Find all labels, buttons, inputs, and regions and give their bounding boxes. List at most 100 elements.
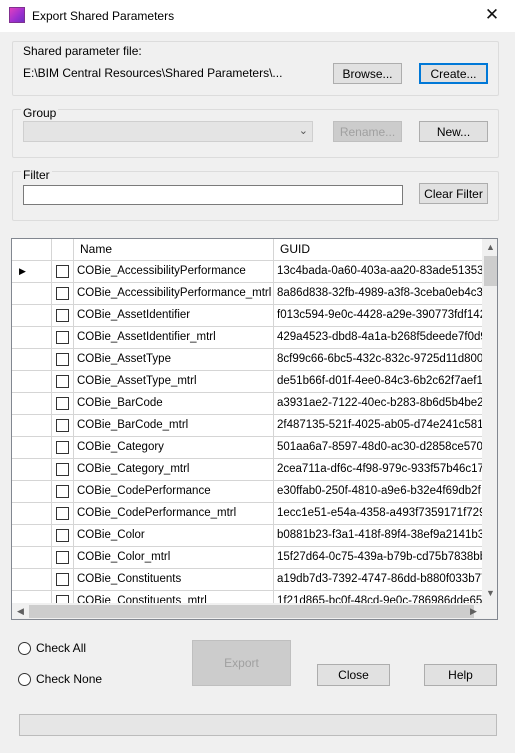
browse-button[interactable]: Browse... <box>333 63 402 84</box>
parameter-guid-cell[interactable]: 429a4523-dbd8-4a1a-b268f5deede7f0d9 <box>274 327 482 348</box>
row-header-cell[interactable] <box>12 503 52 524</box>
horizontal-scrollbar[interactable]: ◀ ▶ <box>12 603 482 619</box>
row-checkbox[interactable] <box>56 375 69 388</box>
table-row[interactable]: COBie_CodePerformance e30ffab0-250f-4810-… <box>12 481 482 503</box>
parameter-name-cell[interactable]: COBie_AssetIdentifier_mtrl <box>74 327 274 348</box>
parameter-name-cell[interactable]: COBie_AccessibilityPerformance_mtrl <box>74 283 274 304</box>
parameter-guid-cell[interactable]: 1ecc1e51-e54a-4358-a493f7359171f729 <box>274 503 482 524</box>
table-row[interactable]: COBie_AssetType 8cf99c66-6bc5-432c-832c-9… <box>12 349 482 371</box>
row-checkbox[interactable] <box>56 353 69 366</box>
table-row[interactable]: COBie_Color_mtrl 15f27d64-0c75-439a-b79b-… <box>12 547 482 569</box>
parameter-guid-cell[interactable]: 13c4bada-0a60-403a-aa20-83ade513531b <box>274 261 482 282</box>
parameter-name-cell[interactable]: COBie_Category_mtrl <box>74 459 274 480</box>
row-checkbox[interactable] <box>56 309 69 322</box>
row-checkbox[interactable] <box>56 507 69 520</box>
check-all-option[interactable]: Check All <box>18 641 86 655</box>
parameter-name-cell[interactable]: COBie_CodePerformance <box>74 481 274 502</box>
table-row[interactable]: ▶ COBie_AccessibilityPerformance 13c4bada-… <box>12 261 482 283</box>
row-header-cell[interactable] <box>12 437 52 458</box>
table-row[interactable]: COBie_BarCode_mtrl 2f487135-521f-4025-ab0… <box>12 415 482 437</box>
parameter-guid-cell[interactable]: 2f487135-521f-4025-ab05-d74e241c581c <box>274 415 482 436</box>
rename-button[interactable]: Rename... <box>333 121 402 142</box>
parameter-guid-cell[interactable]: f013c594-9e0c-4428-a29e-390773fdf142 <box>274 305 482 326</box>
table-row[interactable]: COBie_AssetType_mtrl de51b66f-d01f-4ee0-8… <box>12 371 482 393</box>
export-button[interactable]: Export <box>192 640 291 686</box>
row-header-cell[interactable]: ▶ <box>12 261 52 282</box>
close-window-icon[interactable]: ✕ <box>469 0 515 32</box>
row-header-cell[interactable] <box>12 283 52 304</box>
parameter-name-cell[interactable]: COBie_AccessibilityPerformance <box>74 261 274 282</box>
clear-filter-button[interactable]: Clear Filter <box>419 183 488 204</box>
row-checkbox[interactable] <box>56 463 69 476</box>
table-row[interactable]: COBie_Constituents a19db7d3-7392-4747-86d… <box>12 569 482 591</box>
row-checkbox[interactable] <box>56 441 69 454</box>
vertical-scrollbar[interactable]: ▲ ▼ <box>482 239 497 603</box>
scroll-up-icon[interactable]: ▲ <box>482 242 497 252</box>
horizontal-scroll-thumb[interactable] <box>29 605 474 618</box>
check-none-radio[interactable] <box>18 672 31 686</box>
table-row[interactable]: COBie_Color b0881b23-f3a1-418f-89f4-38ef9… <box>12 525 482 547</box>
row-header-cell[interactable] <box>12 393 52 414</box>
group-dropdown[interactable]: ⌄ <box>23 121 313 142</box>
parameter-guid-cell[interactable]: a19db7d3-7392-4747-86dd-b880f033b77a <box>274 569 482 590</box>
parameter-guid-cell[interactable]: b0881b23-f3a1-418f-89f4-38ef9a2141b3 <box>274 525 482 546</box>
row-checkbox[interactable] <box>56 529 69 542</box>
parameter-name-cell[interactable]: COBie_AssetType_mtrl <box>74 371 274 392</box>
table-row[interactable]: COBie_AssetIdentifier_mtrl 429a4523-dbd8-… <box>12 327 482 349</box>
row-checkbox[interactable] <box>56 397 69 410</box>
parameter-name-cell[interactable]: COBie_AssetType <box>74 349 274 370</box>
check-none-option[interactable]: Check None <box>18 672 102 686</box>
close-button[interactable]: Close <box>317 664 390 686</box>
table-row[interactable]: COBie_BarCode a3931ae2-7122-40ec-b283-8b6… <box>12 393 482 415</box>
parameter-guid-cell[interactable]: de51b66f-d01f-4ee0-84c3-6b2c62f7aef1 <box>274 371 482 392</box>
table-row[interactable]: COBie_Category_mtrl 2cea711a-df6c-4f98-97… <box>12 459 482 481</box>
row-checkbox[interactable] <box>56 331 69 344</box>
parameter-guid-cell[interactable]: 8a86d838-32fb-4989-a3f8-3ceba0eb4c33 <box>274 283 482 304</box>
parameter-name-cell[interactable]: COBie_AssetIdentifier <box>74 305 274 326</box>
row-header-cell[interactable] <box>12 305 52 326</box>
row-checkbox[interactable] <box>56 419 69 432</box>
table-row[interactable]: COBie_AssetIdentifier f013c594-9e0c-4428-… <box>12 305 482 327</box>
scroll-left-icon[interactable]: ◀ <box>12 606 29 617</box>
row-checkbox[interactable] <box>56 287 69 300</box>
row-header-cell[interactable] <box>12 547 52 568</box>
row-header-cell[interactable] <box>12 459 52 480</box>
parameter-name-cell[interactable]: COBie_Color <box>74 525 274 546</box>
create-button[interactable]: Create... <box>419 63 488 84</box>
row-checkbox[interactable] <box>56 573 69 586</box>
parameter-guid-cell[interactable]: 501aa6a7-8597-48d0-ac30-d2858ce57060 <box>274 437 482 458</box>
parameter-name-cell[interactable]: COBie_Category <box>74 437 274 458</box>
scroll-down-icon[interactable]: ▼ <box>482 588 497 598</box>
row-header-cell[interactable] <box>12 415 52 436</box>
parameter-guid-cell[interactable]: 8cf99c66-6bc5-432c-832c-9725d11d8005 <box>274 349 482 370</box>
row-header-cell[interactable] <box>12 371 52 392</box>
filter-input[interactable] <box>23 185 403 205</box>
row-header-cell[interactable] <box>12 327 52 348</box>
row-header-cell[interactable] <box>12 525 52 546</box>
parameter-name-cell[interactable]: COBie_BarCode_mtrl <box>74 415 274 436</box>
parameter-name-cell[interactable]: COBie_BarCode <box>74 393 274 414</box>
table-row[interactable]: COBie_AccessibilityPerformance_mtrl 8a86d… <box>12 283 482 305</box>
parameter-name-cell[interactable]: COBie_Color_mtrl <box>74 547 274 568</box>
row-checkbox[interactable] <box>56 265 69 278</box>
checkbox-column-header[interactable] <box>52 239 74 260</box>
table-row[interactable]: COBie_CodePerformance_mtrl 1ecc1e51-e54a-… <box>12 503 482 525</box>
check-all-radio[interactable] <box>18 641 31 655</box>
vertical-scroll-thumb[interactable] <box>484 256 497 286</box>
row-header-cell[interactable] <box>12 569 52 590</box>
parameter-guid-cell[interactable]: 2cea711a-df6c-4f98-979c-933f57b46c17 <box>274 459 482 480</box>
scroll-right-icon[interactable]: ▶ <box>465 606 482 617</box>
parameter-guid-cell[interactable]: e30ffab0-250f-4810-a9e6-b32e4f69db2f <box>274 481 482 502</box>
row-header-cell[interactable] <box>12 349 52 370</box>
row-header-cell[interactable] <box>12 481 52 502</box>
table-row[interactable]: COBie_Category 501aa6a7-8597-48d0-ac30-d2… <box>12 437 482 459</box>
help-button[interactable]: Help <box>424 664 497 686</box>
row-checkbox[interactable] <box>56 485 69 498</box>
new-group-button[interactable]: New... <box>419 121 488 142</box>
name-column-header[interactable]: Name <box>74 239 274 260</box>
guid-column-header[interactable]: GUID <box>274 239 482 260</box>
parameter-name-cell[interactable]: COBie_CodePerformance_mtrl <box>74 503 274 524</box>
parameter-name-cell[interactable]: COBie_Constituents <box>74 569 274 590</box>
row-checkbox[interactable] <box>56 551 69 564</box>
parameter-guid-cell[interactable]: a3931ae2-7122-40ec-b283-8b6d5b4be2fa <box>274 393 482 414</box>
